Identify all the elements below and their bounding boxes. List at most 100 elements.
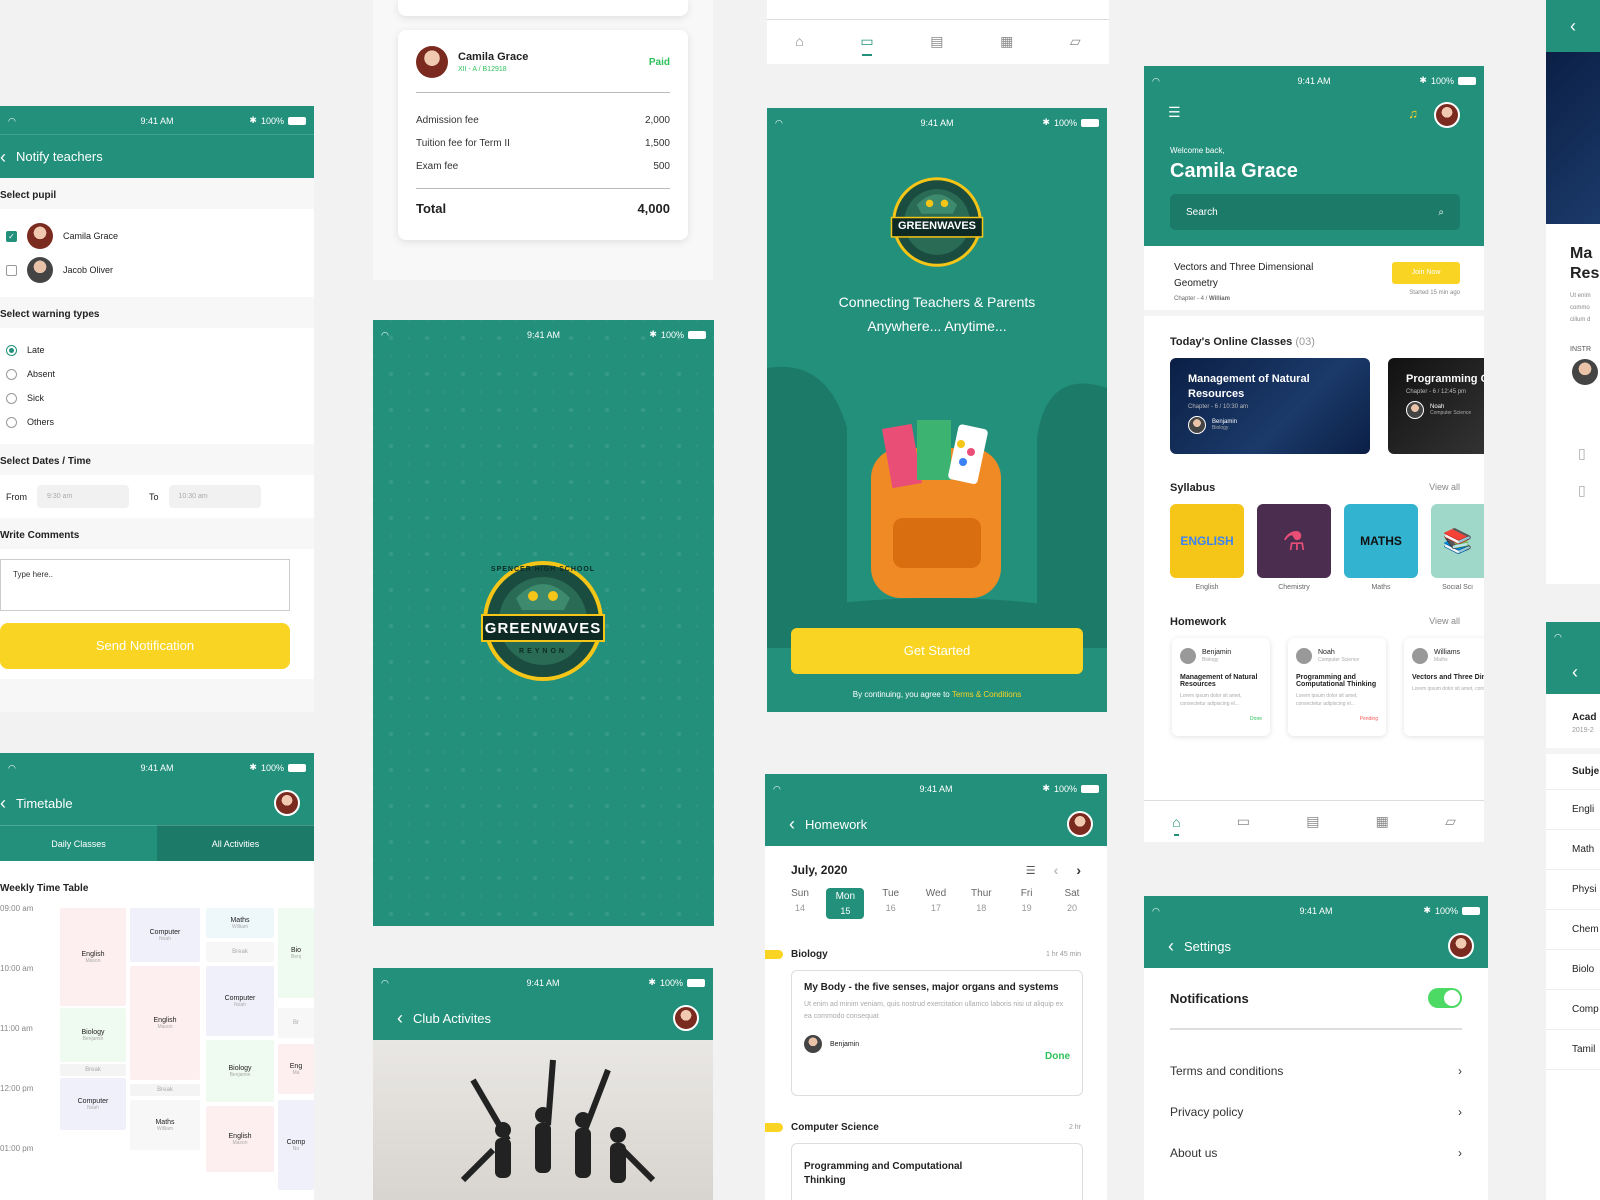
avatar[interactable]: [673, 1005, 699, 1031]
back-icon[interactable]: ‹: [1572, 662, 1578, 683]
view-all-link[interactable]: View all: [1429, 482, 1460, 494]
avatar[interactable]: [274, 790, 300, 816]
timetable-cell[interactable]: Comp No: [278, 1100, 314, 1190]
homework-card[interactable]: My Body - the five senses, major organs …: [791, 970, 1083, 1096]
back-icon[interactable]: ‹: [0, 794, 6, 812]
back-icon[interactable]: ‹: [1570, 16, 1576, 37]
timetable-cell[interactable]: English Mason: [60, 908, 126, 1006]
pupil-row[interactable]: ✓ Camila Grace: [6, 219, 308, 253]
radio[interactable]: [6, 416, 17, 428]
radio-others[interactable]: Others: [6, 410, 308, 434]
radio[interactable]: [6, 392, 17, 404]
to-input[interactable]: 10:30 am: [168, 485, 261, 508]
syllabus-english[interactable]: ENGLISH: [1170, 504, 1244, 578]
subject-row[interactable]: Chem: [1546, 910, 1600, 950]
back-icon[interactable]: ‹: [789, 815, 795, 833]
notifications-toggle[interactable]: [1428, 988, 1462, 1008]
search-icon[interactable]: ⌕: [1438, 207, 1444, 218]
from-input[interactable]: 9:30 am: [37, 485, 129, 508]
chevron-left-icon[interactable]: ‹: [1054, 862, 1059, 878]
view-all-link[interactable]: View all: [1429, 616, 1460, 628]
timetable-cell[interactable]: Computer Noah: [60, 1078, 126, 1130]
subject-row[interactable]: Physi: [1546, 870, 1600, 910]
search-input[interactable]: Search ⌕: [1170, 194, 1460, 230]
avatar[interactable]: [1434, 102, 1460, 128]
briefcase-icon[interactable]: ▭: [860, 33, 874, 56]
avatar[interactable]: [1067, 811, 1093, 837]
send-notification-button[interactable]: Send Notification: [0, 623, 290, 669]
homework-mini-card[interactable]: Benjamin Biology Management of Natural Re…: [1172, 638, 1270, 736]
timetable-cell[interactable]: Computer Noah: [206, 966, 274, 1036]
back-icon[interactable]: ‹: [397, 1009, 403, 1027]
bell-icon[interactable]: ♫: [1408, 106, 1418, 121]
timetable-cell[interactable]: Biology Benjamin: [206, 1040, 274, 1102]
day-cell[interactable]: Sun 14: [781, 888, 819, 919]
terms-link[interactable]: Terms & Conditions: [952, 690, 1021, 699]
list-icon[interactable]: ☰: [1026, 864, 1036, 877]
home-icon[interactable]: ⌂: [1172, 814, 1181, 836]
map-icon[interactable]: ▤: [1306, 813, 1319, 830]
checkbox-checked[interactable]: ✓: [6, 230, 17, 242]
day-cell[interactable]: Fri 19: [1008, 888, 1046, 919]
class-card[interactable]: Management of Natural Resources Chapter …: [1170, 358, 1370, 454]
checkbox[interactable]: [6, 264, 17, 276]
timetable-cell[interactable]: Eng Ma: [278, 1044, 314, 1094]
radio-late[interactable]: Late: [6, 338, 308, 362]
syllabus-maths[interactable]: MATHS: [1344, 504, 1418, 578]
day-cell[interactable]: Wed 17: [917, 888, 955, 919]
day-cell[interactable]: Tue 16: [872, 888, 910, 919]
subject-row[interactable]: Math: [1546, 830, 1600, 870]
settings-item-about[interactable]: About us ›: [1170, 1132, 1462, 1173]
get-started-button[interactable]: Get Started: [791, 628, 1083, 674]
day-cell[interactable]: Thur 18: [962, 888, 1000, 919]
table-icon[interactable]: ▦: [1000, 33, 1013, 50]
document-icon[interactable]: ▯: [1578, 482, 1600, 499]
club-screen: ◠ 9:41 AM ✱ 100% ‹ Club Activites: [373, 968, 713, 1200]
total-label: Total: [416, 201, 447, 216]
avatar[interactable]: [1448, 933, 1474, 959]
timetable-cell[interactable]: Maths William: [130, 1100, 200, 1150]
comments-input[interactable]: Type here..: [0, 559, 290, 611]
menu-icon[interactable]: ☰: [1168, 104, 1181, 121]
subject-row[interactable]: Engli: [1546, 790, 1600, 830]
homework-mini-card[interactable]: WilliamsMaths Vectors and Three Dimensio…: [1404, 638, 1484, 736]
join-now-button[interactable]: Join Now: [1392, 262, 1460, 284]
class-card[interactable]: Programming Computation Chapter - 6 / 12…: [1388, 358, 1484, 454]
chat-icon[interactable]: ▱: [1070, 33, 1081, 50]
radio-selected[interactable]: [6, 344, 17, 356]
day-cell[interactable]: Sat 20: [1053, 888, 1091, 919]
settings-item-privacy[interactable]: Privacy policy ›: [1170, 1091, 1462, 1132]
homework-mini-card[interactable]: Noah Computer Science Programming and Com…: [1288, 638, 1386, 736]
document-icon[interactable]: ▯: [1578, 445, 1600, 462]
home-icon[interactable]: ⌂: [795, 33, 803, 49]
pupil-row[interactable]: Jacob Oliver: [6, 253, 308, 287]
radio[interactable]: [6, 368, 17, 380]
timetable-cell[interactable]: Biology Benjamin: [60, 1008, 126, 1062]
tab-all-activities[interactable]: All Activities: [157, 825, 314, 861]
day-cell-selected[interactable]: Mon 15: [826, 888, 865, 919]
radio-absent[interactable]: Absent: [6, 362, 308, 386]
cell-teacher: William: [156, 1125, 174, 1132]
subject-row[interactable]: Comp: [1546, 990, 1600, 1030]
timetable-cell[interactable]: Maths William: [206, 908, 274, 938]
syllabus-chemistry[interactable]: ⚗: [1257, 504, 1331, 578]
timetable-cell[interactable]: English Mason: [206, 1106, 274, 1172]
homework-card[interactable]: Programming and Computational Thinking: [791, 1143, 1083, 1200]
back-icon[interactable]: ‹: [0, 148, 6, 166]
tab-daily-classes[interactable]: Daily Classes: [0, 825, 157, 861]
day-name: Wed: [925, 888, 947, 899]
back-icon[interactable]: ‹: [1168, 937, 1174, 955]
chat-icon[interactable]: ▱: [1445, 813, 1456, 830]
chevron-right-icon[interactable]: ›: [1076, 862, 1081, 878]
subject-row[interactable]: Biolo: [1546, 950, 1600, 990]
radio-sick[interactable]: Sick: [6, 386, 308, 410]
map-icon[interactable]: ▤: [930, 33, 943, 50]
briefcase-icon[interactable]: ▭: [1237, 813, 1250, 830]
settings-item-terms[interactable]: Terms and conditions ›: [1170, 1050, 1462, 1091]
timetable-cell[interactable]: English Mason: [130, 966, 200, 1080]
timetable-cell[interactable]: Bio Benj: [278, 908, 314, 998]
subject-row[interactable]: Tamil: [1546, 1030, 1600, 1070]
syllabus-social-science[interactable]: 📚: [1431, 504, 1484, 578]
table-icon[interactable]: ▦: [1376, 813, 1389, 830]
timetable-cell[interactable]: Computer Noah: [130, 908, 200, 962]
